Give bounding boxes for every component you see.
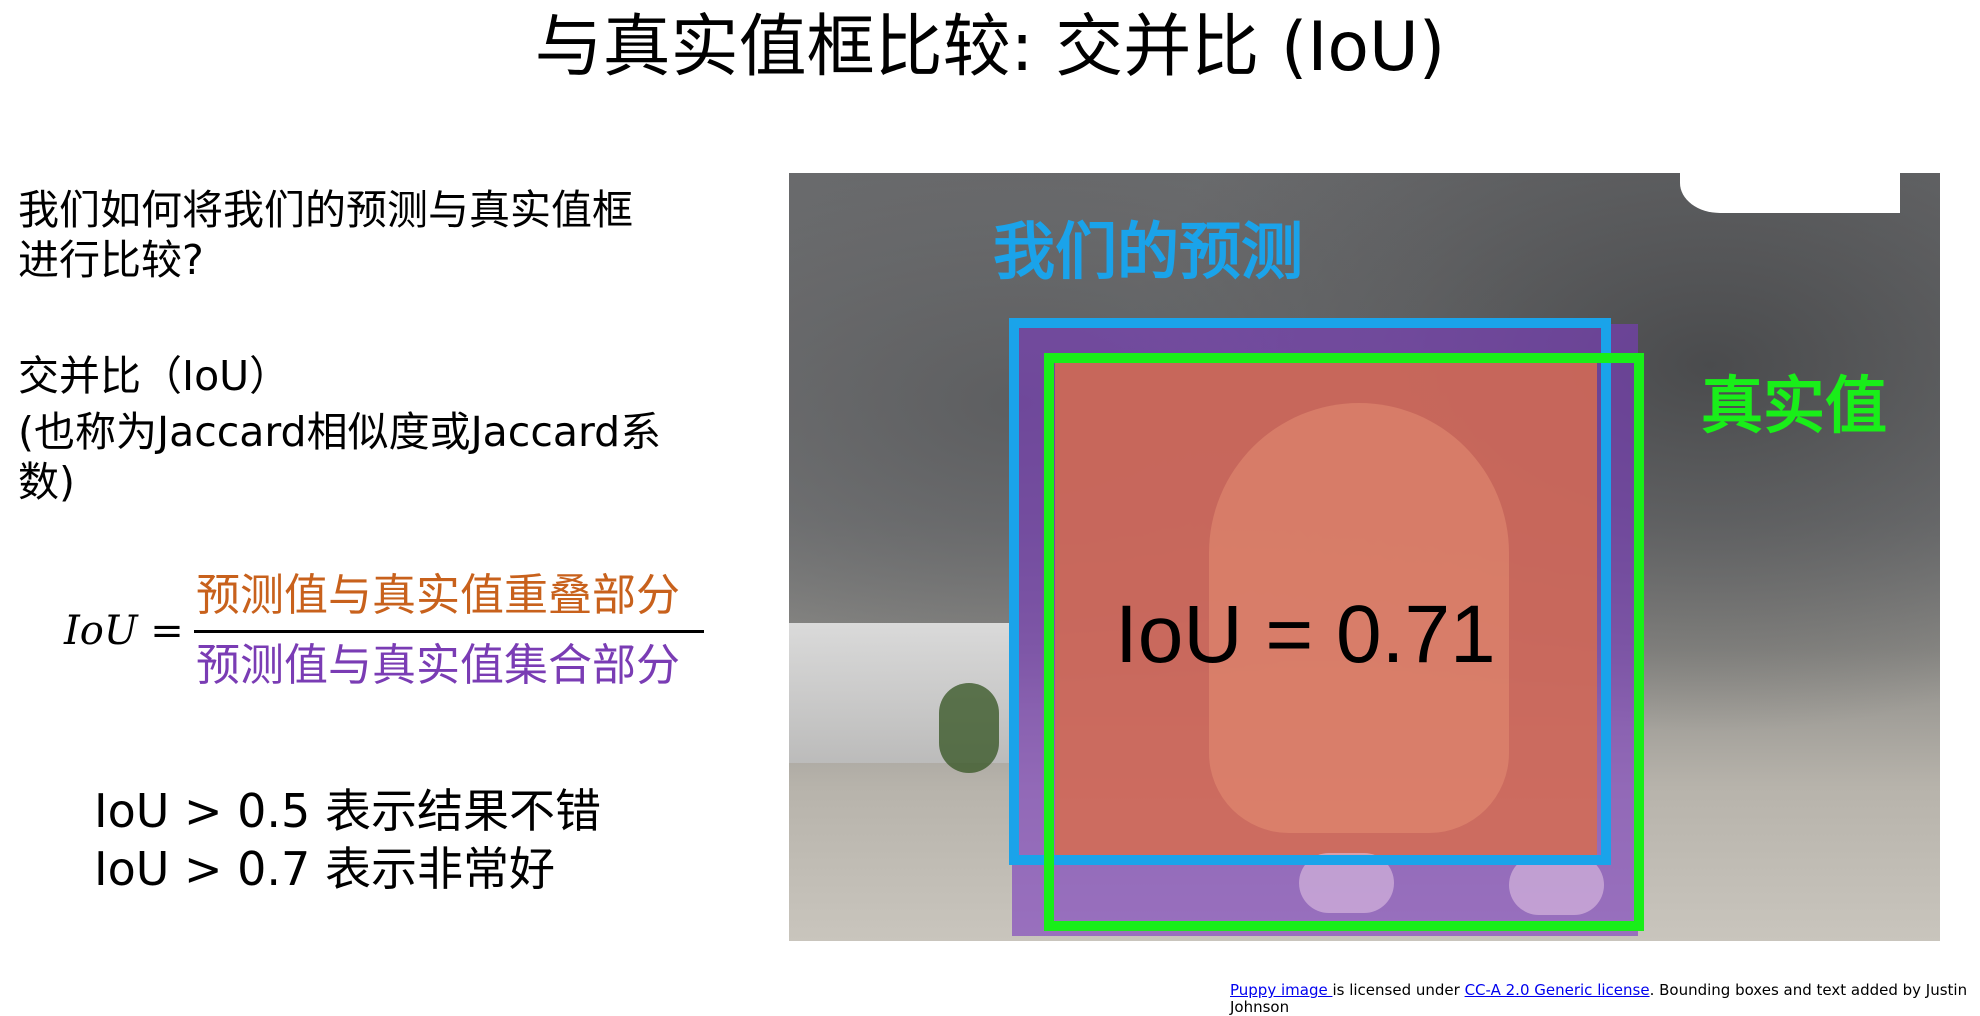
puppy-image: 我们的预测 真实值 IoU = 0.71 — [789, 173, 1940, 941]
iou-thresholds: IoU > 0.5 表示结果不错 IoU > 0.7 表示非常好 — [94, 782, 601, 898]
question-line-2: 进行比较? — [18, 236, 204, 284]
grass-patch — [939, 683, 999, 773]
slide-title: 与真实值框比较: 交并比 (IoU) — [534, 8, 1446, 87]
threshold-very-good: IoU > 0.7 表示非常好 — [94, 842, 555, 896]
sky-patch — [1680, 173, 1900, 213]
formula-numerator: 预测值与真实值重叠部分 — [196, 570, 680, 621]
formula-denominator: 预测值与真实值集合部分 — [196, 640, 680, 691]
formula-lhs: IoU = — [64, 608, 184, 654]
fraction-bar — [194, 630, 704, 633]
credit-text-1: is licensed under — [1332, 981, 1465, 999]
question-line-1: 我们如何将我们的预测与真实值框 — [18, 186, 633, 234]
iou-heading: 交并比（IoU） — [18, 352, 291, 400]
credit-text-2: . Bounding boxes and text added by Justi… — [1649, 981, 1968, 999]
aka-line-2: 数) — [18, 458, 75, 506]
license-link[interactable]: CC-A 2.0 Generic license — [1465, 981, 1650, 999]
iou-value: IoU = 0.71 — [1115, 589, 1496, 680]
threshold-good: IoU > 0.5 表示结果不错 — [94, 784, 601, 838]
ground-truth-label: 真实值 — [1701, 369, 1888, 442]
credit-text-3: Johnson — [1230, 998, 1290, 1016]
iou-formula: IoU = 预测值与真实值重叠部分 预测值与真实值集合部分 — [64, 568, 724, 700]
prediction-label: 我们的预测 — [993, 215, 1304, 288]
puppy-image-link[interactable]: Puppy image — [1230, 981, 1332, 999]
aka-line-1: (也称为Jaccard相似度或Jaccard系 — [18, 408, 662, 456]
image-credit: Puppy image is licensed under CC-A 2.0 G… — [1230, 982, 1967, 1016]
